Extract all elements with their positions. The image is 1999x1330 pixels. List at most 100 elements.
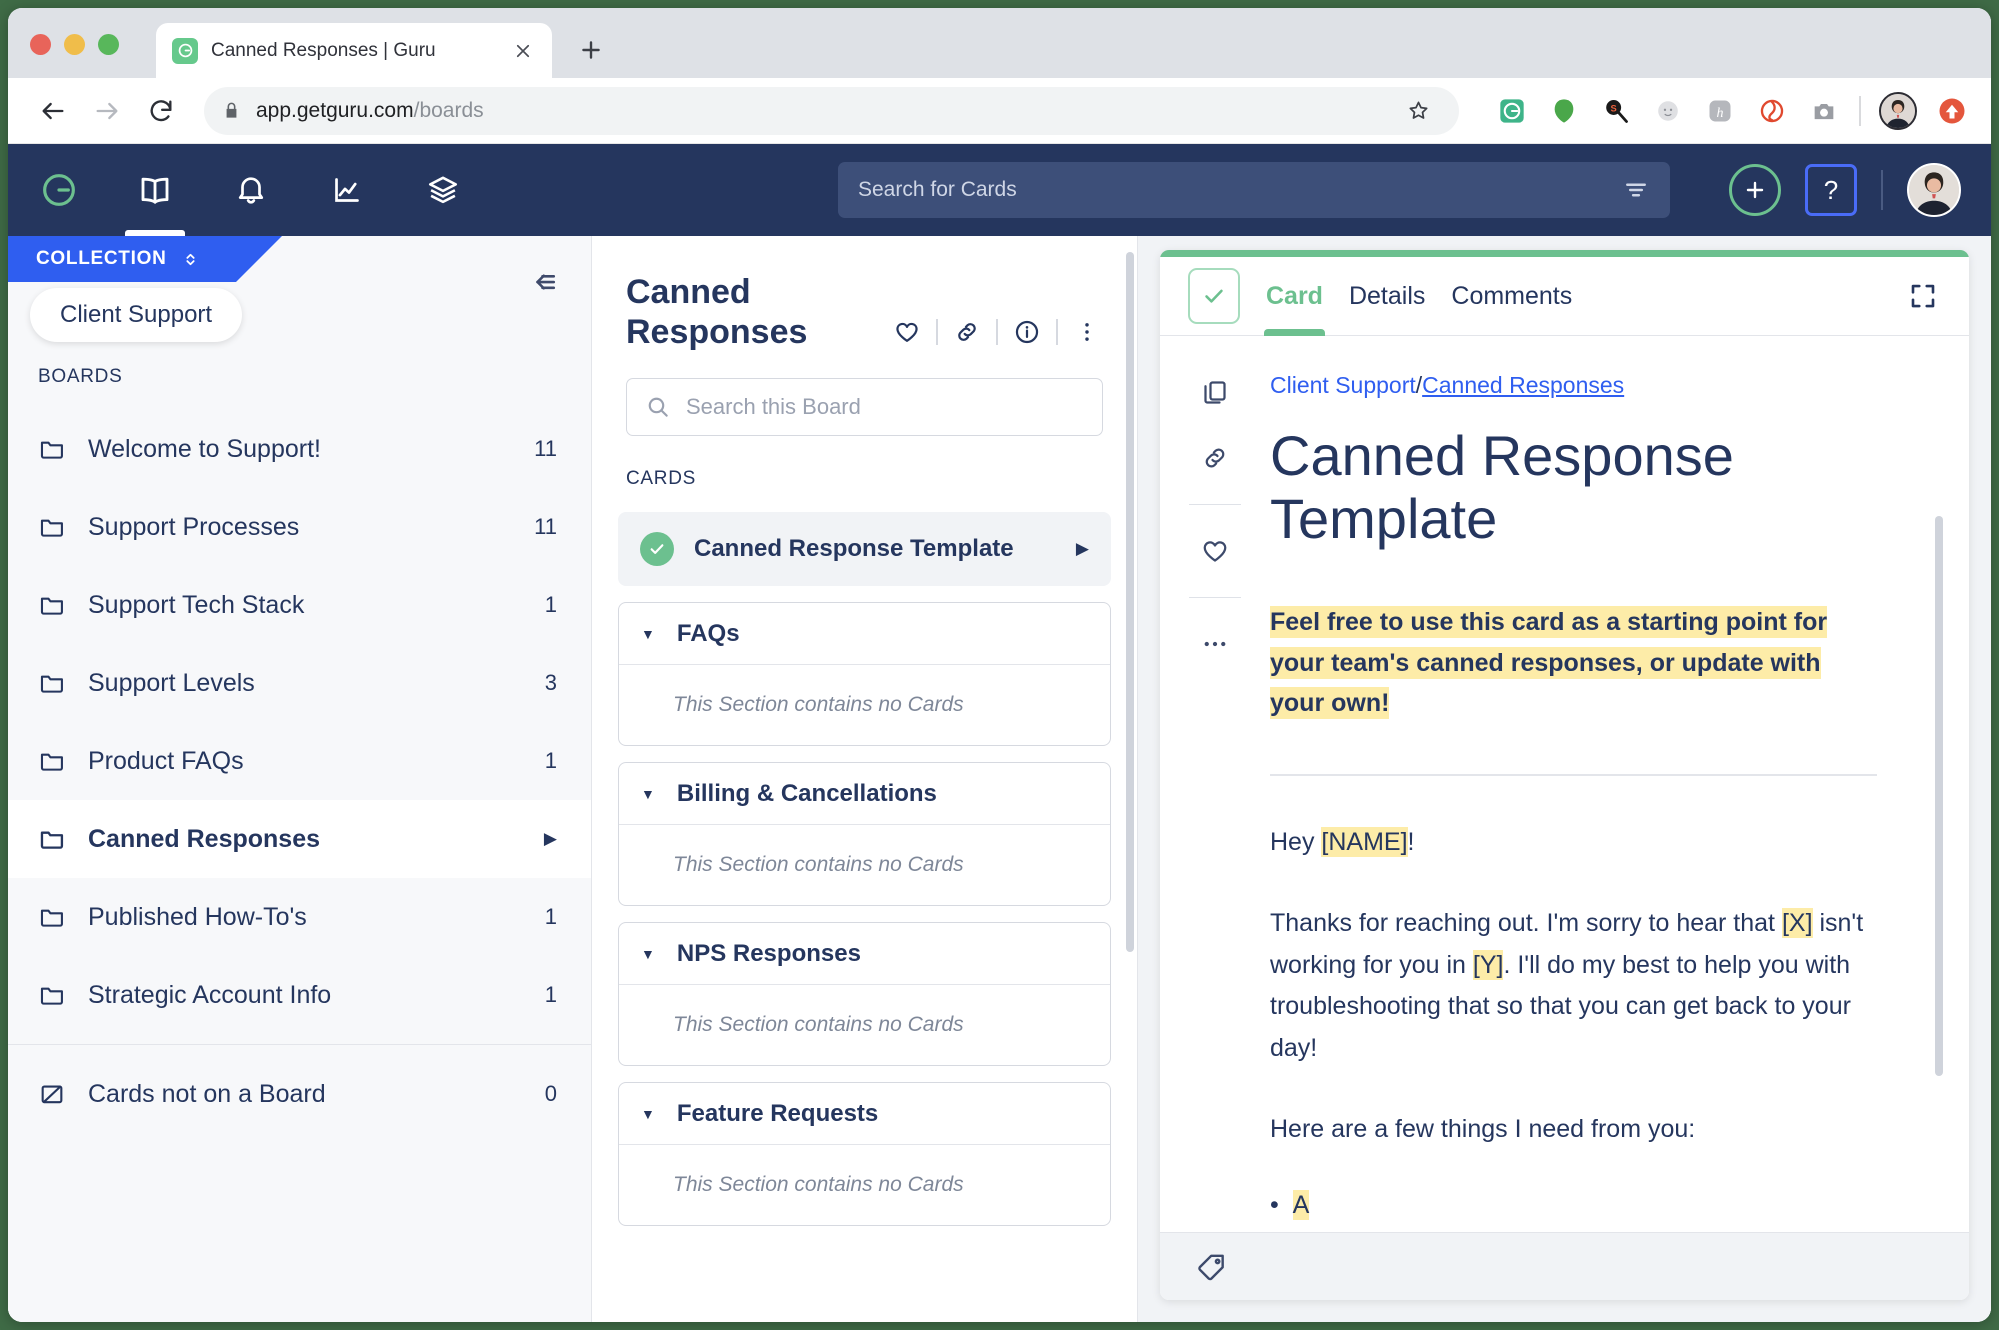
global-search-placeholder: Search for Cards [858,178,1017,201]
address-bar[interactable]: app.getguru.com/boards [204,86,1459,135]
board-item[interactable]: Strategic Account Info 1 [8,956,591,1034]
board-item[interactable]: Published How-To's 1 [8,878,591,956]
copy-link-icon[interactable] [1195,438,1235,478]
favorite-heart-icon[interactable] [1195,531,1235,571]
moon-face-icon[interactable] [1651,94,1685,128]
analytics-chart-icon[interactable] [326,144,368,236]
board-item[interactable]: Product FAQs 1 [8,722,591,800]
board-name: Published How-To's [88,902,307,931]
loom-icon[interactable] [1755,94,1789,128]
back-arrow-icon[interactable] [30,88,76,134]
board-section: ▼ Billing & Cancellations This Section c… [618,762,1111,907]
browser-profile-avatar[interactable] [1879,91,1917,130]
update-arrow-icon[interactable] [1935,94,1969,128]
collection-sidebar: COLLECTION Client Support BOARDS Welcome… [8,236,592,1322]
board-card-count: 3 [544,670,557,695]
star-icon[interactable] [1395,87,1441,134]
add-new-button[interactable] [1729,164,1781,216]
more-options-icon[interactable] [1195,624,1235,664]
caret-down-icon[interactable]: ▼ [641,1106,655,1122]
board-card-count: 0 [544,1081,557,1106]
board-search-placeholder: Search this Board [686,394,861,420]
collection-header[interactable]: COLLECTION [8,236,282,282]
card-footer [1160,1232,1969,1300]
breadcrumb-board[interactable]: Canned Responses [1422,372,1624,398]
tab-details[interactable]: Details [1349,257,1425,336]
lock-icon [222,101,241,120]
duplicate-card-icon[interactable] [1195,372,1235,412]
user-avatar[interactable] [1907,163,1961,217]
card-list-item[interactable]: Canned Response Template ▶ [618,512,1111,587]
section-header[interactable]: ▼ FAQs [619,603,1110,666]
search-magnifier-icon[interactable]: S [1599,94,1633,128]
collection-name-pill[interactable]: Client Support [30,288,243,342]
copy-link-icon[interactable] [951,316,983,348]
token-x: [X] [1781,908,1813,939]
guru-logo-icon[interactable] [38,144,80,236]
help-button[interactable]: ? [1805,164,1857,216]
cards-not-on-board-item[interactable]: Cards not on a Board 0 [8,1055,591,1133]
card-body: Client Support/Canned Responses Canned R… [1160,336,1969,1232]
bell-icon[interactable] [230,144,272,236]
board-name: Canned Responses [88,824,321,853]
chevron-updown-icon[interactable] [181,250,200,269]
evernote-icon[interactable] [1547,94,1581,128]
close-window-button[interactable] [30,34,51,55]
intro-text: Feel free to use this card as a starting… [1270,606,1828,720]
section-name: Billing & Cancellations [676,779,937,807]
board-card-count: 1 [544,748,557,773]
verified-check-icon[interactable] [1188,268,1240,324]
section-empty-text: This Section contains no Cards [673,853,964,877]
card-content: Client Support/Canned Responses Canned R… [1270,336,1969,1232]
tag-icon[interactable] [1196,1251,1228,1283]
board-list: Welcome to Support! 11 Support Processes… [8,410,591,1133]
close-icon[interactable] [510,38,536,64]
caret-down-icon[interactable]: ▼ [641,946,655,962]
expand-fullscreen-icon[interactable] [1905,278,1941,314]
board-search-input[interactable]: Search this Board [626,378,1103,437]
section-name: FAQs [676,619,740,647]
section-header[interactable]: ▼ Billing & Cancellations [619,763,1110,826]
more-options-icon[interactable] [1071,316,1103,348]
reload-icon[interactable] [138,88,184,134]
info-icon[interactable] [1011,316,1043,348]
card-intro-highlight: Feel free to use this card as a starting… [1270,602,1877,724]
honey-icon[interactable]: h [1703,94,1737,128]
book-icon[interactable] [125,144,185,236]
board-item-canned-responses[interactable]: Canned Responses ▶ [8,800,591,878]
board-item[interactable]: Welcome to Support! 11 [8,410,591,488]
board-item[interactable]: Support Tech Stack 1 [8,566,591,644]
tab-card[interactable]: Card [1264,257,1325,336]
new-tab-icon[interactable] [568,27,614,73]
browser-toolbar: app.getguru.com/boards S h [8,78,1991,144]
section-empty-text: This Section contains no Cards [673,1173,964,1197]
grammarly-icon[interactable] [1495,94,1529,128]
caret-down-icon[interactable]: ▼ [641,626,655,642]
screenshot-camera-icon[interactable] [1807,94,1841,128]
tab-comments[interactable]: Comments [1451,257,1572,336]
cards-label: CARDS [626,468,697,490]
caret-down-icon[interactable]: ▼ [641,786,655,802]
forward-arrow-icon[interactable] [84,88,130,134]
content-divider [1270,773,1877,776]
minimize-window-button[interactable] [64,34,85,55]
guru-logo-icon [172,37,198,64]
filter-icon[interactable] [1622,176,1650,204]
section-header[interactable]: ▼ Feature Requests [619,1083,1110,1146]
board-item[interactable]: Support Levels 3 [8,644,591,722]
favorite-heart-icon[interactable] [891,316,923,348]
board-section: ▼ NPS Responses This Section contains no… [618,922,1111,1067]
browser-tab[interactable]: Canned Responses | Guru [156,23,552,78]
card-pane-scrollbar[interactable] [1935,516,1943,1076]
board-pane-scrollbar[interactable] [1126,252,1134,952]
global-search-input[interactable]: Search for Cards [838,162,1670,218]
maximize-window-button[interactable] [98,34,119,55]
collapse-sidebar-icon[interactable] [525,262,565,302]
board-item[interactable]: Support Processes 11 [8,488,591,566]
svg-text:S: S [1611,103,1617,113]
section-header[interactable]: ▼ NPS Responses [619,923,1110,986]
board-card-count: 1 [544,904,557,929]
folder-slash-icon [38,1080,66,1108]
layers-icon[interactable] [422,144,464,236]
breadcrumb-collection[interactable]: Client Support [1270,372,1416,398]
